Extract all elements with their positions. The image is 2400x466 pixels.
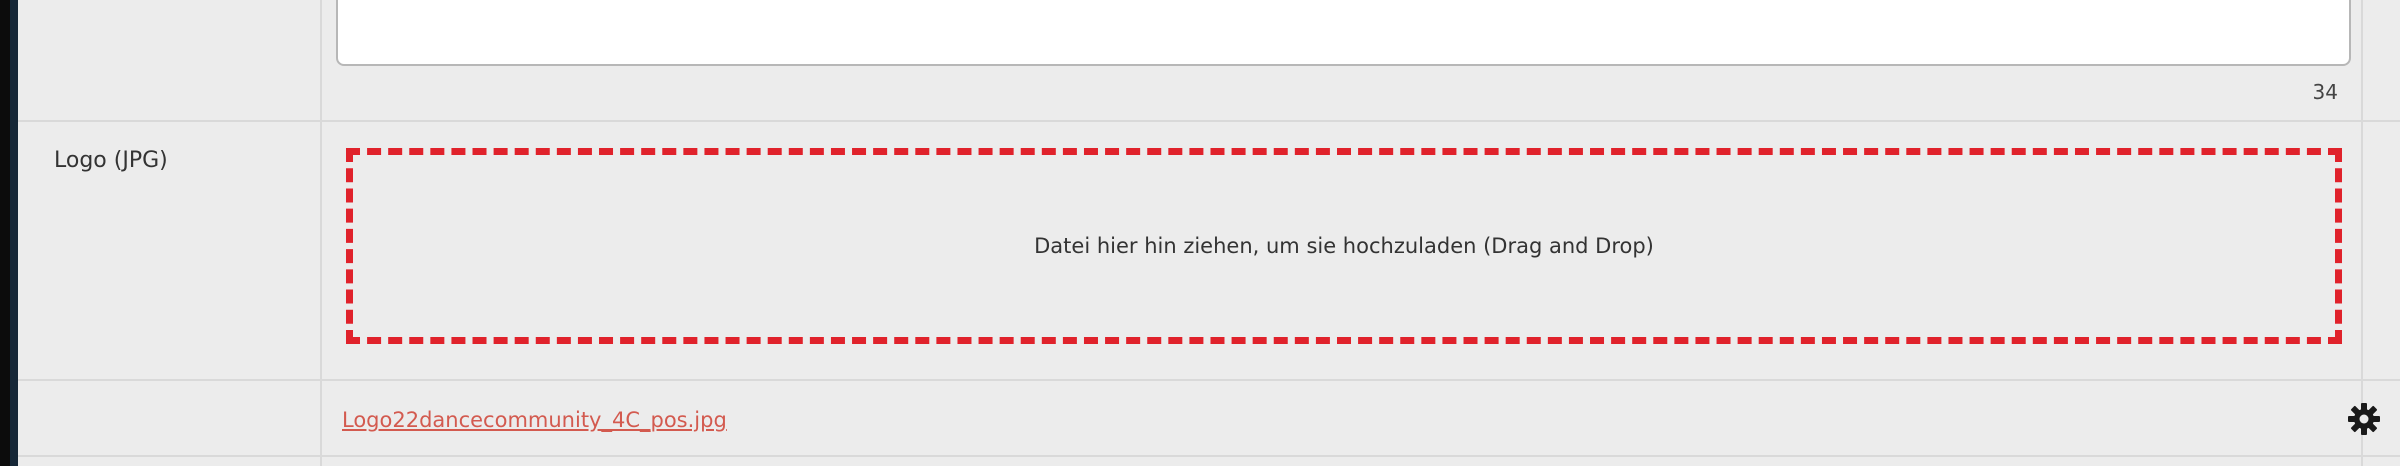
column-divider [320, 457, 322, 466]
column-divider [2361, 0, 2363, 120]
description-textarea[interactable] [336, 0, 2351, 66]
window-edge-highlight [10, 0, 18, 466]
form-table: 34 Logo (JPG) Datei hier hin ziehen, um … [18, 0, 2400, 466]
logo-row: Logo (JPG) Datei hier hin ziehen, um sie… [18, 122, 2400, 381]
textarea-row: 34 [18, 0, 2400, 122]
column-divider [2361, 457, 2363, 466]
char-counter: 34 [2312, 80, 2338, 104]
column-divider [320, 0, 322, 120]
column-divider [2361, 122, 2363, 379]
gear-icon[interactable] [2346, 401, 2382, 437]
next-row [18, 457, 2400, 466]
dropzone-text: Datei hier hin ziehen, um sie hochzulade… [1034, 234, 1654, 258]
column-divider [320, 381, 322, 455]
window-left-edge [0, 0, 18, 466]
logo-label: Logo (JPG) [54, 148, 168, 173]
column-divider [320, 122, 322, 379]
uploaded-file-link[interactable]: Logo22dancecommunity_4C_pos.jpg [342, 408, 727, 432]
file-dropzone[interactable]: Datei hier hin ziehen, um sie hochzulade… [346, 148, 2342, 344]
uploaded-file-row: Logo22dancecommunity_4C_pos.jpg [18, 381, 2400, 457]
